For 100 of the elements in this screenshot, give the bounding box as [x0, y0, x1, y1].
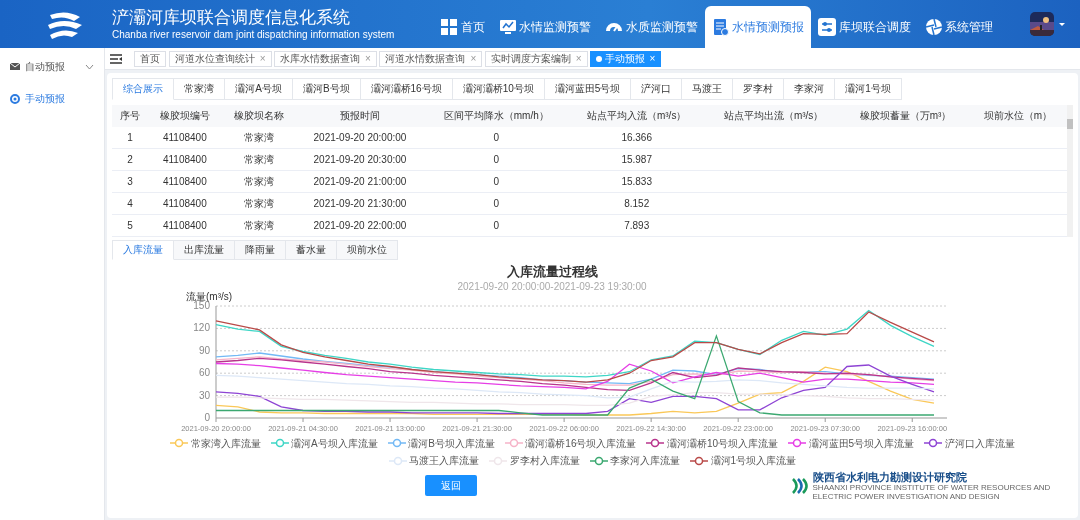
station-tab[interactable]: 灞河A号坝: [225, 77, 293, 100]
nav-tab[interactable]: 水情预测预报: [704, 6, 811, 48]
axis-title: 流量(m³/s): [186, 290, 233, 302]
nav-tab[interactable]: 库坝联合调度: [811, 6, 918, 48]
column-header: 坝前水位（m）: [969, 104, 1067, 127]
table-cell: 0: [424, 170, 569, 193]
nav-tab[interactable]: 水情监测预警: [491, 6, 598, 48]
legend-item[interactable]: 常家湾入库流量: [170, 435, 261, 451]
column-header: 橡胶坝名称: [221, 104, 296, 127]
chart-tab[interactable]: 入库流量: [112, 239, 175, 260]
legend-item[interactable]: 灞河1号坝入库流量: [690, 453, 797, 468]
legend-item[interactable]: 灞河蓝田5号坝入库流量: [788, 435, 915, 451]
chart-tab[interactable]: 出库流量: [174, 239, 236, 260]
table-cell: 41108400: [147, 126, 222, 149]
table-cell: 常家湾: [221, 126, 296, 149]
station-tab[interactable]: 综合展示: [112, 77, 175, 100]
station-tab[interactable]: 李家河: [784, 77, 836, 100]
chart-title: 入库流量过程线: [506, 263, 598, 279]
scrollbar[interactable]: [1066, 104, 1073, 237]
page-tag[interactable]: 实时调度方案编制 ×: [484, 50, 588, 67]
table-cell: 8.152: [568, 192, 706, 215]
aperture-icon: [924, 18, 943, 36]
app-title: 浐灞河库坝联合调度信息化系统: [112, 7, 351, 28]
station-tab[interactable]: 罗李村: [733, 77, 785, 100]
institute-logo-icon: [790, 475, 810, 496]
station-tab[interactable]: 常家湾: [174, 77, 226, 100]
institute-english-name: SHAANXI PROVINCE INSTITUTE OF WATER RESOURCES AND ELECTRIC POWER INVESTIGATION AND DESIGN: [812, 482, 1052, 501]
table-cell: 0: [424, 214, 569, 237]
chart-subtitle: 2021-09-20 20:00:00-2021-09-23 19:30:00: [457, 280, 647, 292]
station-tab[interactable]: 灞河蓝田5号坝: [544, 77, 632, 100]
table-cell: 15.987: [568, 148, 706, 171]
chart-tab[interactable]: 坝前水位: [337, 239, 399, 260]
station-tab[interactable]: 浐河口: [631, 77, 683, 100]
table-cell: 2021-09-20 22:00:00: [295, 214, 425, 237]
dot-icon: [596, 55, 603, 62]
page-tag[interactable]: 首页: [134, 50, 167, 67]
station-tab[interactable]: 灞河B号坝: [292, 77, 361, 100]
tick-label: 120: [193, 321, 211, 333]
table-cell: 2: [112, 148, 148, 171]
nav-tab[interactable]: 首页: [433, 6, 492, 48]
chart-tab[interactable]: 蓄水量: [286, 239, 338, 260]
table-cell: 2021-09-20 21:00:00: [295, 170, 425, 193]
envelope-icon: [10, 62, 20, 71]
table-cell: 41108400: [147, 148, 222, 171]
column-header: 预报时间: [295, 104, 425, 127]
column-header: 橡胶坝编号: [147, 104, 222, 127]
table-cell: 0: [424, 148, 569, 171]
column-header: 区间平均降水（mm/h）: [424, 104, 569, 127]
table-cell: 5: [112, 214, 148, 237]
tick-label: 0: [204, 411, 211, 423]
tick-label: 90: [199, 344, 211, 356]
table-cell: 3: [112, 170, 148, 193]
table-cell: 常家湾: [221, 214, 296, 237]
column-header: 序号: [112, 104, 148, 127]
station-tab[interactable]: 灞河灞桥16号坝: [360, 77, 453, 100]
legend-item[interactable]: 灞河B号坝入库流量: [387, 435, 495, 451]
table-cell: 常家湾: [221, 170, 296, 193]
sliders-icon: [818, 18, 836, 36]
table-cell: 0: [424, 126, 569, 149]
monitor-icon: [498, 18, 517, 36]
gauge-icon: [605, 22, 623, 32]
table-cell: 41108400: [147, 170, 222, 193]
table-cell: 2021-09-20 20:00:00: [295, 126, 425, 149]
legend-item[interactable]: 灞河灞桥10号坝入库流量: [646, 435, 779, 451]
legend-item[interactable]: 罗李村入库流量: [489, 453, 580, 468]
nav-tab[interactable]: 水质监测预警: [598, 6, 705, 48]
tick-label: 30: [199, 389, 211, 401]
table-cell: 1: [112, 126, 148, 149]
legend-item[interactable]: 李家河入库流量: [589, 453, 681, 468]
caret-icon: [1058, 21, 1066, 27]
app-subtitle: Chanba river reservoir dam joint dispatching information system: [112, 27, 395, 41]
column-header: 橡胶坝蓄量（万m³）: [842, 104, 970, 127]
table-cell: 常家湾: [221, 192, 296, 215]
page-tag[interactable]: 河道水位查询统计 ×: [168, 50, 272, 67]
menu-icon[interactable]: [109, 53, 122, 64]
tick-label: 60: [199, 366, 211, 378]
sidebar-item[interactable]: 手动预报: [0, 82, 104, 115]
page-tag[interactable]: 河道水情数据查询 ×: [379, 50, 483, 67]
column-header: 站点平均出流（m³/s）: [705, 104, 843, 127]
circle-icon: [10, 93, 20, 104]
legend-item[interactable]: 灞河灞桥16号坝入库流量: [504, 435, 637, 451]
table-cell: 2021-09-20 20:30:00: [295, 148, 425, 171]
table-cell: 41108400: [147, 192, 222, 215]
table-cell: 0: [424, 192, 569, 215]
legend-item[interactable]: 马渡王入库流量: [388, 453, 480, 468]
table-cell: 常家湾: [221, 148, 296, 171]
station-tab[interactable]: 灞河1号坝: [835, 77, 902, 100]
station-tab[interactable]: 灞河灞桥10号坝: [452, 77, 545, 100]
station-tab[interactable]: 马渡王: [682, 77, 734, 100]
sidebar-item[interactable]: 自动预报: [0, 50, 104, 83]
table-cell: 7.893: [568, 214, 706, 237]
grid-icon: [440, 18, 458, 36]
table-cell: 2021-09-20 21:30:00: [295, 192, 425, 215]
page-tag[interactable]: 水库水情数据查询 ×: [274, 50, 377, 67]
table-cell: 4: [112, 192, 148, 215]
nav-tab[interactable]: 系统管理: [917, 6, 1000, 48]
legend-item[interactable]: 灞河A号坝入库流量: [270, 435, 378, 451]
legend-item[interactable]: 浐河口入库流量: [924, 435, 1015, 451]
table-cell: 16.366: [568, 126, 706, 149]
chart-tab[interactable]: 降雨量: [235, 239, 287, 260]
